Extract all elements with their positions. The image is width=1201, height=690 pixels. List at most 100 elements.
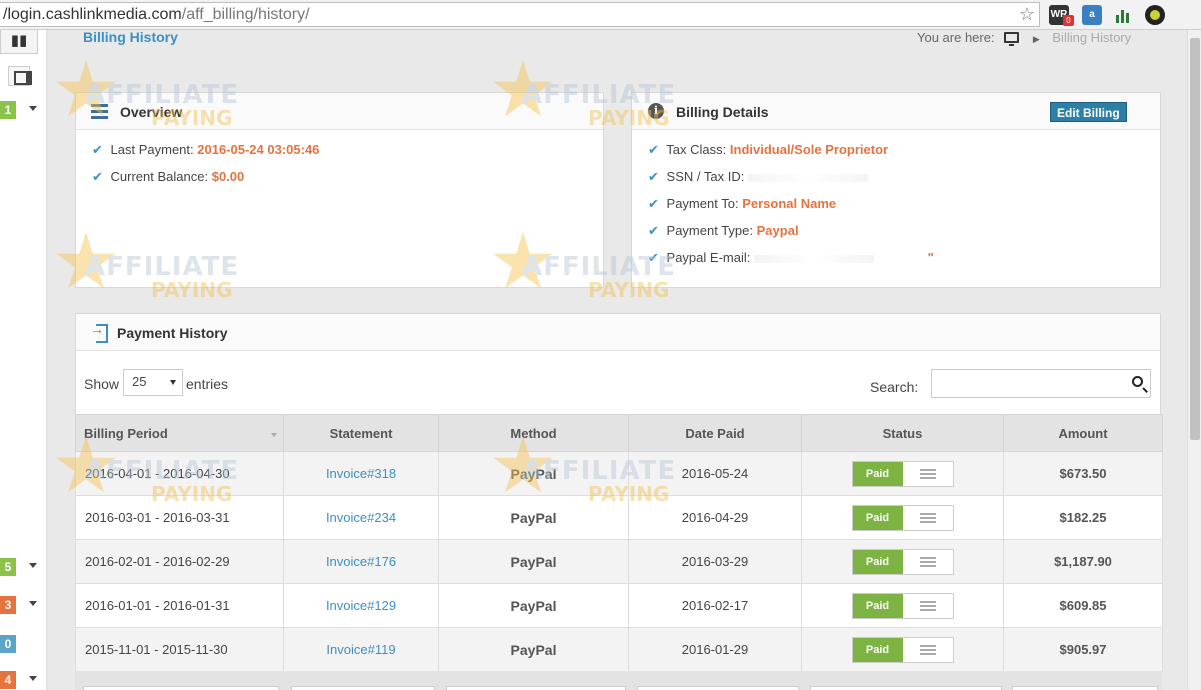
column-filter-input[interactable] — [291, 686, 435, 690]
status-toggle[interactable]: Paid — [851, 460, 954, 487]
entries-select[interactable]: 25 — [123, 369, 183, 396]
browser-toolbar: /login.cashlinkmedia.com/aff_billing/his… — [0, 0, 1201, 30]
caret-right-icon: ▶ — [1032, 34, 1040, 44]
amount-cell: $905.97 — [1003, 627, 1163, 672]
a-extension-icon[interactable]: a — [1082, 5, 1102, 25]
paid-label: Paid — [852, 549, 903, 574]
method-cell: PayPal — [438, 583, 629, 628]
grip-icon — [919, 512, 936, 523]
table-row: 2016-04-01 - 2016-04-30 Invoice#318 PayP… — [75, 451, 1163, 496]
table-footer-filters — [75, 671, 1162, 690]
chart-extension-icon[interactable] — [1113, 5, 1133, 25]
invoice-link[interactable]: Invoice#318 — [283, 451, 439, 496]
sign-in-icon — [90, 321, 108, 343]
billing-period-cell: 2016-03-01 - 2016-03-31 — [75, 495, 284, 540]
sidebar-badge: 1 — [0, 101, 16, 119]
circle-extension-icon[interactable] — [1145, 5, 1165, 25]
search-input[interactable] — [931, 369, 1151, 398]
table-row: 2016-02-01 - 2016-02-29 Invoice#176 PayP… — [75, 539, 1163, 584]
date-paid-cell: 2016-01-29 — [628, 627, 802, 672]
overview-panel: Overview ✔ Last Payment: 2016-05-24 03:0… — [75, 92, 604, 288]
caret-down-icon — [29, 601, 37, 606]
sidebar-item-3[interactable]: 3 — [0, 596, 47, 614]
sidebar-item-2[interactable]: 5 — [0, 558, 47, 576]
column-filter-input[interactable] — [446, 686, 626, 690]
search-label: Search: — [870, 379, 919, 395]
table-header-row: Billing Period Statement Method Date Pai… — [75, 414, 1163, 452]
status-cell: Paid — [801, 539, 1004, 584]
scrollbar-thumb[interactable] — [1190, 38, 1200, 440]
paid-label: Paid — [852, 505, 903, 530]
billing-period-cell: 2016-02-01 - 2016-02-29 — [75, 539, 284, 584]
monitor-icon[interactable] — [1004, 32, 1020, 46]
column-filter-input[interactable] — [1012, 686, 1158, 690]
status-toggle[interactable]: Paid — [851, 636, 954, 663]
invoice-link[interactable]: Invoice#129 — [283, 583, 439, 628]
payment-history-panel: Payment History Show 25 entries Search: … — [75, 313, 1163, 690]
breadcrumb-label: You are here: — [917, 30, 995, 45]
payment-history-title: Payment History — [117, 325, 228, 341]
date-paid-cell: 2016-02-17 — [628, 583, 802, 628]
invoice-link[interactable]: Invoice#176 — [283, 539, 439, 584]
grip-icon — [919, 644, 936, 655]
sidebar-badge: 4 — [0, 671, 16, 689]
check-icon: ✔ — [648, 169, 659, 184]
amount-cell: $182.25 — [1003, 495, 1163, 540]
method-cell: PayPal — [438, 495, 629, 540]
column-filter-input[interactable] — [637, 686, 799, 690]
invoice-link[interactable]: Invoice#119 — [283, 627, 439, 672]
column-header-method[interactable]: Method — [438, 414, 629, 452]
check-icon: ✔ — [92, 169, 103, 184]
method-cell: PayPal — [438, 451, 629, 496]
bookmark-star-icon[interactable]: ☆ — [1019, 4, 1035, 25]
entries-label: entries — [186, 376, 229, 392]
billing-period-cell: 2015-11-01 - 2015-11-30 — [75, 627, 284, 672]
amount-cell: $1,187.90 — [1003, 539, 1163, 584]
book-icon[interactable]: ▮▮ — [0, 30, 38, 54]
page-scrollbar[interactable] — [1187, 30, 1201, 690]
payment-history-table: Billing Period Statement Method Date Pai… — [75, 414, 1163, 672]
billing-details-header: i Billing Details Edit Billing — [632, 93, 1160, 130]
paid-label: Paid — [852, 637, 903, 662]
status-cell: Paid — [801, 583, 1004, 628]
billing-period-cell: 2016-01-01 - 2016-01-31 — [75, 583, 284, 628]
check-icon: ✔ — [648, 250, 659, 265]
check-icon: ✔ — [92, 142, 103, 157]
search-icon[interactable] — [1132, 376, 1143, 387]
overview-header: Overview — [76, 93, 603, 130]
sidebar-item-5[interactable]: 4 — [0, 671, 47, 689]
status-toggle[interactable]: Paid — [851, 592, 954, 619]
column-header-statement[interactable]: Statement — [283, 414, 439, 452]
invoice-link[interactable]: Invoice#234 — [283, 495, 439, 540]
extension-badge: 0 — [1063, 15, 1074, 26]
column-filter-input[interactable] — [810, 686, 1002, 690]
date-paid-cell: 2016-04-29 — [628, 495, 802, 540]
billing-details-title: Billing Details — [676, 104, 769, 120]
sidebar-toggle-icon[interactable] — [8, 66, 32, 86]
paid-label: Paid — [852, 461, 903, 486]
entries-value: 25 — [132, 374, 147, 389]
overview-title: Overview — [120, 104, 183, 120]
status-toggle[interactable]: Paid — [851, 504, 954, 531]
edit-billing-button[interactable]: Edit Billing — [1050, 102, 1127, 122]
sidebar-item-4[interactable]: 0 — [0, 635, 47, 653]
breadcrumb-current: Billing History — [1052, 30, 1132, 45]
payment-type-row: ✔ Payment Type: Paypal — [648, 223, 799, 238]
date-paid-cell: 2016-03-29 — [628, 539, 802, 584]
method-cell: PayPal — [438, 627, 629, 672]
address-bar[interactable]: /login.cashlinkmedia.com/aff_billing/his… — [0, 2, 1040, 27]
show-label: Show — [84, 376, 120, 392]
column-filter-input[interactable] — [83, 686, 279, 690]
status-toggle[interactable]: Paid — [851, 548, 954, 575]
column-header-date-paid[interactable]: Date Paid — [628, 414, 802, 452]
amount-cell: $673.50 — [1003, 451, 1163, 496]
column-header-status[interactable]: Status — [801, 414, 1004, 452]
billing-details-panel: i Billing Details Edit Billing ✔ Tax Cla… — [631, 92, 1161, 288]
grip-icon — [919, 556, 936, 567]
column-header-billing-period[interactable]: Billing Period — [75, 414, 284, 452]
column-header-amount[interactable]: Amount — [1003, 414, 1163, 452]
grip-icon — [919, 600, 936, 611]
sidebar-item-1[interactable]: 1 — [0, 101, 47, 119]
redacted-value — [747, 173, 868, 182]
check-icon: ✔ — [648, 142, 659, 157]
